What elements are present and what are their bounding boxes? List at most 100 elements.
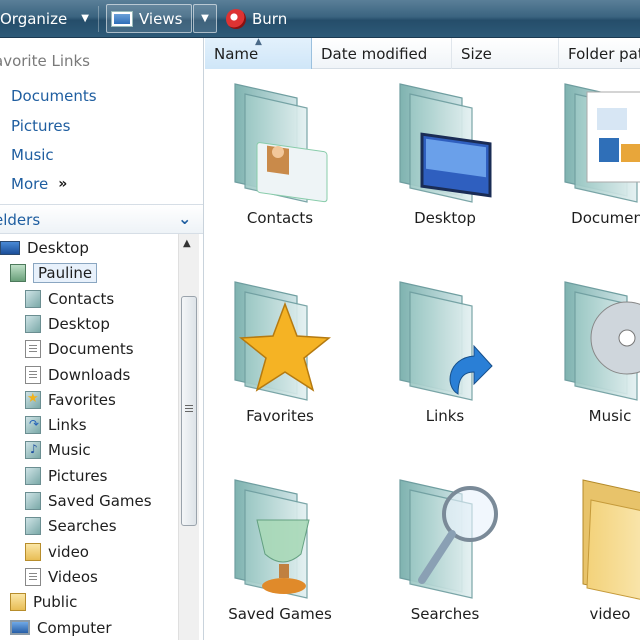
column-size-label: Size — [461, 44, 492, 63]
burn-disc-icon — [226, 8, 246, 29]
folder-item-favorites[interactable]: Favorites — [205, 268, 355, 458]
views-label: Views — [139, 9, 183, 28]
navigation-pane: avorite Links Documents Pictures Music M… — [0, 38, 204, 640]
views-dropdown-button[interactable]: ▼ — [193, 4, 217, 33]
yellow-folder-icon — [557, 474, 640, 602]
column-size[interactable]: Size — [452, 38, 559, 69]
computer-icon — [10, 620, 30, 635]
column-name[interactable]: ▲ Name — [205, 37, 312, 69]
favorites-folder-icon — [227, 276, 337, 404]
tree-item-label: Pictures — [48, 466, 108, 485]
tree-item-public[interactable]: Public — [10, 590, 77, 614]
burn-button[interactable]: Burn — [226, 4, 287, 33]
folders-bar[interactable]: elders ⌄ — [0, 204, 203, 234]
folder-item-searches[interactable]: Searches — [370, 466, 520, 640]
tree-item-searches[interactable]: Searches — [25, 514, 117, 538]
favorite-link-pictures[interactable]: Pictures — [11, 117, 70, 135]
scrollbar-thumb[interactable] — [181, 296, 197, 526]
folder-item-document[interactable]: Document — [535, 70, 640, 260]
folder-item-desktop[interactable]: Desktop — [370, 70, 520, 260]
tree-item-label: Contacts — [48, 289, 115, 308]
favorites-icon — [25, 390, 41, 409]
folder-item-label: Favorites — [246, 407, 314, 425]
tree-item-label: Desktop — [48, 314, 110, 333]
folders-label: elders — [0, 211, 41, 229]
tree-item-label: Desktop — [27, 239, 89, 257]
downloads-icon — [25, 365, 41, 384]
tree-item-pictures[interactable]: Pictures — [25, 464, 107, 488]
favorite-links-header: avorite Links — [0, 52, 90, 70]
chevron-down-icon[interactable]: ⌄ — [178, 209, 191, 228]
music-icon — [25, 441, 41, 460]
folder-item-label: Music — [588, 407, 632, 425]
tree-item-music[interactable]: Music — [25, 438, 91, 462]
column-folder-path[interactable]: Folder pat — [559, 38, 640, 69]
folder-item-links[interactable]: Links — [370, 268, 520, 458]
folder-item-music[interactable]: Music — [535, 268, 640, 458]
tree-item-label: Saved Games — [48, 492, 152, 510]
saved-games-folder-icon — [227, 474, 337, 602]
tree-item-label: Documents — [48, 340, 134, 359]
double-chevron-right-icon: » — [58, 176, 68, 192]
chevron-down-icon: ▼ — [81, 13, 89, 24]
searches-icon — [25, 517, 41, 536]
tree-item-documents[interactable]: Documents — [25, 337, 134, 361]
folder-item-label: Desktop — [414, 209, 476, 227]
tree-item-label: video — [48, 542, 89, 561]
tree-item-desktop[interactable]: Desktop — [25, 312, 110, 336]
music-folder-icon — [557, 276, 640, 404]
tree-item-desktop[interactable]: Desktop — [0, 236, 89, 260]
favorite-link-more[interactable]: More » — [11, 175, 67, 193]
desktop-folder-icon — [392, 78, 502, 206]
tree-scrollbar[interactable]: ▲ — [178, 234, 199, 640]
folder-contents: Contacts Desktop Document Favorites Links Mus… — [205, 70, 640, 640]
documents-folder-icon — [557, 78, 640, 206]
favorite-link-documents[interactable]: Documents — [11, 87, 97, 105]
documents-icon — [25, 340, 41, 359]
tree-item-links[interactable]: Links — [25, 413, 87, 437]
folder-item-contacts[interactable]: Contacts — [205, 70, 355, 260]
column-folder-path-label: Folder pat — [568, 44, 640, 63]
more-label: More — [11, 175, 49, 193]
column-headers: ▲ Name Date modified Size Folder pat — [205, 37, 640, 69]
folder-item-video[interactable]: video — [535, 466, 640, 640]
desktop-icon — [0, 241, 20, 255]
tree-item-contacts[interactable]: Contacts — [25, 287, 114, 311]
searches-folder-icon — [392, 474, 502, 602]
user-folder-icon — [10, 264, 26, 283]
folder-item-label: video — [589, 605, 631, 623]
tree-item-label: Favorites — [48, 390, 116, 409]
tree-item-label: Music — [48, 441, 91, 460]
links-icon — [25, 416, 41, 435]
views-button[interactable]: Views — [106, 4, 192, 33]
tree-item-label: Computer — [37, 618, 112, 637]
tree-item-videos[interactable]: Videos — [25, 565, 98, 589]
tree-item-label: Pauline — [33, 263, 98, 284]
favorite-link-music[interactable]: Music — [11, 146, 54, 164]
folder-item-saved-games[interactable]: Saved Games — [205, 466, 355, 640]
tree-item-favorites[interactable]: Favorites — [25, 388, 116, 412]
contacts-icon — [25, 289, 41, 308]
scroll-up-arrow-icon[interactable]: ▲ — [183, 238, 191, 249]
chevron-down-icon: ▼ — [201, 13, 209, 24]
links-folder-icon — [392, 276, 502, 404]
contacts-folder-icon — [227, 78, 337, 206]
folder-item-label: Document — [571, 209, 640, 227]
tree-item-pauline[interactable]: Pauline — [10, 261, 98, 285]
tree-item-computer[interactable]: Computer — [10, 616, 112, 640]
pictures-icon — [25, 466, 41, 485]
tree-item-saved-games[interactable]: Saved Games — [25, 489, 152, 513]
organize-button[interactable]: Organize ▼ — [0, 4, 89, 33]
folder-icon — [25, 314, 41, 333]
views-icon — [111, 10, 133, 27]
tree-item-downloads[interactable]: Downloads — [25, 363, 130, 387]
tree-item-video[interactable]: video — [25, 540, 89, 564]
burn-label: Burn — [252, 9, 288, 28]
yellow-folder-icon — [10, 593, 26, 612]
toolbar-separator — [98, 6, 99, 32]
saved-games-icon — [25, 492, 41, 510]
tree-item-label: Links — [48, 416, 87, 435]
organize-label: Organize — [0, 9, 68, 28]
column-date-modified[interactable]: Date modified — [312, 38, 452, 69]
folder-item-label: Links — [425, 407, 465, 425]
